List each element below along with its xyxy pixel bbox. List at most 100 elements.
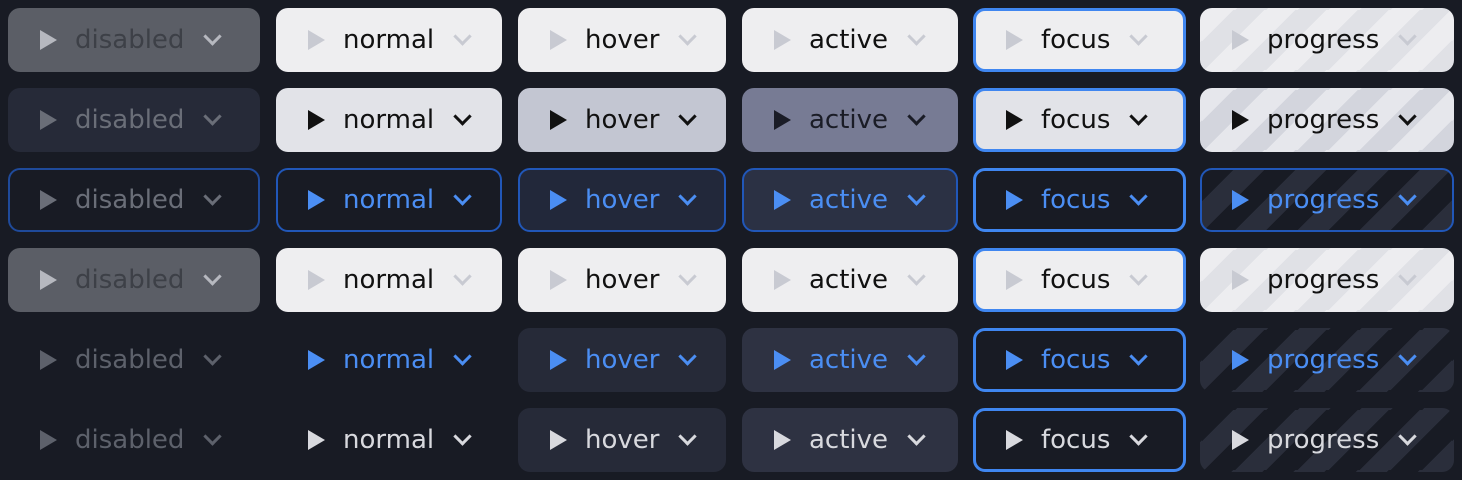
- hover-button[interactable]: hover: [518, 88, 726, 152]
- chevron-down-icon: [907, 186, 926, 206]
- button-label: normal: [343, 265, 435, 295]
- button-label: normal: [343, 25, 435, 55]
- focus-button[interactable]: focus: [973, 408, 1186, 472]
- progress-button[interactable]: progress: [1200, 168, 1454, 232]
- button-label: disabled: [75, 425, 185, 455]
- chevron-down-icon: [203, 26, 223, 46]
- chevron-down-icon: [907, 346, 926, 366]
- play-icon: [40, 430, 57, 450]
- play-icon: [774, 350, 791, 370]
- active-button[interactable]: active: [742, 88, 958, 152]
- play-icon: [1006, 270, 1023, 290]
- chevron-down-icon: [1129, 106, 1149, 126]
- active-button[interactable]: active: [742, 248, 958, 312]
- chevron-down-icon: [907, 106, 926, 126]
- play-icon: [774, 270, 791, 290]
- play-icon: [1006, 30, 1023, 50]
- button-label: disabled: [75, 265, 185, 295]
- normal-button[interactable]: normal: [276, 328, 502, 392]
- play-icon: [40, 190, 57, 210]
- play-icon: [550, 110, 567, 130]
- chevron-down-icon: [1398, 266, 1417, 286]
- normal-button[interactable]: normal: [276, 88, 502, 152]
- disabled-button: disabled: [8, 248, 260, 312]
- chevron-down-icon: [678, 26, 698, 46]
- play-icon: [40, 350, 57, 370]
- chevron-down-icon: [453, 186, 472, 206]
- button-label: progress: [1267, 105, 1380, 135]
- button-label: hover: [585, 265, 660, 295]
- chevron-down-icon: [453, 106, 472, 126]
- focus-button[interactable]: focus: [973, 248, 1186, 312]
- button-label: focus: [1041, 25, 1111, 55]
- chevron-down-icon: [203, 186, 223, 206]
- chevron-down-icon: [1129, 426, 1149, 446]
- hover-button[interactable]: hover: [518, 168, 726, 232]
- focus-button[interactable]: focus: [973, 328, 1186, 392]
- progress-button[interactable]: progress: [1200, 328, 1454, 392]
- normal-button[interactable]: normal: [276, 408, 502, 472]
- focus-button[interactable]: focus: [973, 168, 1186, 232]
- play-icon: [774, 110, 791, 130]
- chevron-down-icon: [453, 346, 472, 366]
- play-icon: [40, 30, 57, 50]
- disabled-button: disabled: [8, 88, 260, 152]
- chevron-down-icon: [1398, 346, 1417, 366]
- progress-button[interactable]: progress: [1200, 8, 1454, 72]
- chevron-down-icon: [453, 266, 472, 286]
- progress-button[interactable]: progress: [1200, 408, 1454, 472]
- hover-button[interactable]: hover: [518, 8, 726, 72]
- active-button[interactable]: active: [742, 168, 958, 232]
- play-icon: [1232, 350, 1249, 370]
- play-icon: [308, 270, 325, 290]
- play-icon: [1232, 110, 1249, 130]
- chevron-down-icon: [907, 26, 926, 46]
- hover-button[interactable]: hover: [518, 248, 726, 312]
- button-label: focus: [1041, 345, 1111, 375]
- play-icon: [550, 30, 567, 50]
- play-icon: [1006, 350, 1023, 370]
- progress-button[interactable]: progress: [1200, 248, 1454, 312]
- focus-button[interactable]: focus: [973, 8, 1186, 72]
- play-icon: [308, 430, 325, 450]
- button-label: active: [809, 265, 889, 295]
- play-icon: [40, 270, 57, 290]
- button-label: progress: [1267, 265, 1380, 295]
- button-label: hover: [585, 425, 660, 455]
- chevron-down-icon: [678, 266, 698, 286]
- hover-button[interactable]: hover: [518, 328, 726, 392]
- chevron-down-icon: [1129, 266, 1149, 286]
- chevron-down-icon: [1129, 346, 1149, 366]
- chevron-down-icon: [203, 426, 223, 446]
- disabled-button: disabled: [8, 408, 260, 472]
- chevron-down-icon: [678, 426, 698, 446]
- hover-button[interactable]: hover: [518, 408, 726, 472]
- active-button[interactable]: active: [742, 8, 958, 72]
- active-button[interactable]: active: [742, 328, 958, 392]
- normal-button[interactable]: normal: [276, 248, 502, 312]
- chevron-down-icon: [453, 26, 472, 46]
- focus-button[interactable]: focus: [973, 88, 1186, 152]
- button-label: progress: [1267, 345, 1380, 375]
- chevron-down-icon: [203, 346, 223, 366]
- chevron-down-icon: [203, 106, 223, 126]
- button-label: focus: [1041, 185, 1111, 215]
- active-button[interactable]: active: [742, 408, 958, 472]
- button-label: active: [809, 425, 889, 455]
- button-label: active: [809, 345, 889, 375]
- button-state-grid: disabled normal hover active focus progress di…: [0, 0, 1462, 480]
- normal-button[interactable]: normal: [276, 8, 502, 72]
- chevron-down-icon: [678, 186, 698, 206]
- chevron-down-icon: [1129, 186, 1149, 206]
- button-label: hover: [585, 345, 660, 375]
- button-label: active: [809, 105, 889, 135]
- button-label: disabled: [75, 105, 185, 135]
- button-label: normal: [343, 185, 435, 215]
- button-label: focus: [1041, 105, 1111, 135]
- chevron-down-icon: [1398, 26, 1417, 46]
- chevron-down-icon: [453, 426, 472, 446]
- normal-button[interactable]: normal: [276, 168, 502, 232]
- play-icon: [1232, 430, 1249, 450]
- progress-button[interactable]: progress: [1200, 88, 1454, 152]
- chevron-down-icon: [203, 266, 223, 286]
